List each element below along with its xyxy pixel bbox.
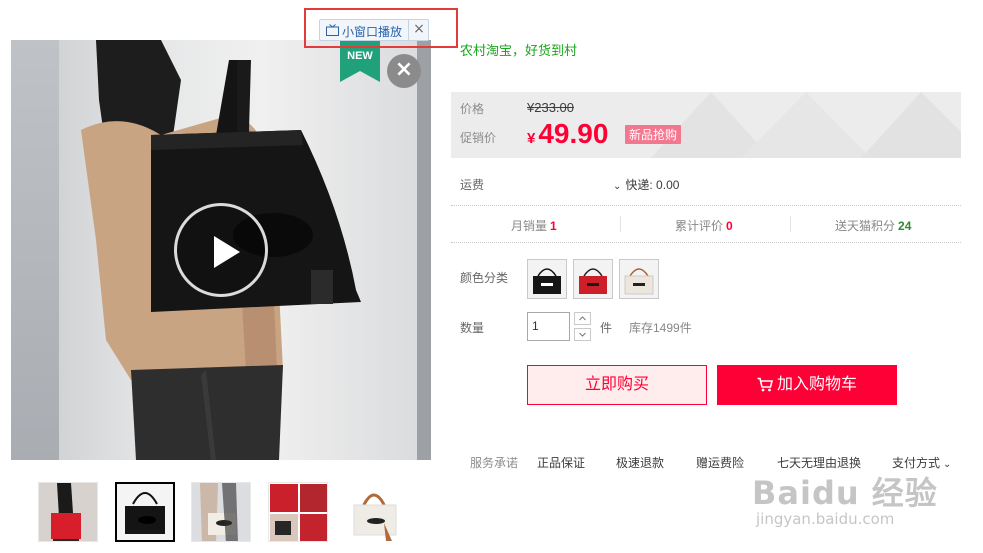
promo-price: ¥49.90 bbox=[527, 118, 608, 150]
service-genuine[interactable]: 正品保证 bbox=[537, 454, 585, 471]
add-to-cart-button[interactable]: 加入购物车 bbox=[717, 365, 897, 405]
close-video-button[interactable]: × bbox=[387, 54, 421, 88]
sales-stats-bar: 月销量 1 累计评价 0 送天猫积分 24 bbox=[451, 207, 961, 241]
divider bbox=[408, 20, 409, 40]
baidu-jingyan-watermark: Baidu 经验 jingyan.baidu.com bbox=[752, 468, 952, 538]
chevron-up-icon bbox=[579, 316, 586, 321]
tmall-points: 送天猫积分 24 bbox=[835, 217, 911, 234]
quantity-increase-button[interactable] bbox=[574, 312, 591, 325]
close-icon: × bbox=[394, 57, 414, 82]
service-shipping-insurance[interactable]: 赠运费险 bbox=[696, 454, 744, 471]
thumbnail-red-bag[interactable] bbox=[38, 482, 98, 542]
thumbnail-white-bag-model[interactable] bbox=[191, 482, 251, 542]
review-count-label: 累计评价 bbox=[675, 219, 724, 233]
thumbnail-red-bag-grid[interactable] bbox=[268, 482, 328, 542]
shipping-label: 运费 bbox=[460, 178, 485, 192]
price-label: 价格 bbox=[460, 102, 485, 116]
service-promise-label: 服务承诺 bbox=[470, 456, 519, 470]
shipping-value: 快递: 0.00 bbox=[625, 178, 680, 192]
original-price-value: 233.00 bbox=[534, 100, 574, 115]
play-button[interactable] bbox=[174, 203, 268, 297]
promo-price-label: 促销价 bbox=[460, 131, 497, 145]
product-video-player[interactable] bbox=[11, 40, 431, 460]
quantity-input[interactable]: 1 bbox=[527, 312, 570, 341]
store-slogan[interactable]: 农村淘宝，好货到村 bbox=[460, 40, 577, 59]
color-label: 颜色分类 bbox=[460, 271, 509, 285]
divider bbox=[451, 205, 961, 206]
shipping-selector[interactable]: ⌄ 快递: 0.00 bbox=[613, 176, 679, 193]
new-badge-text: NEW bbox=[347, 50, 373, 62]
chevron-down-icon bbox=[579, 332, 586, 337]
divider bbox=[451, 242, 961, 243]
stock-count: 库存1499件 bbox=[629, 321, 692, 335]
add-to-cart-label: 加入购物车 bbox=[776, 376, 857, 393]
mini-window-play-button[interactable]: 小窗口播放 bbox=[342, 23, 402, 40]
tmall-points-value: 24 bbox=[898, 219, 912, 233]
cart-icon bbox=[757, 377, 773, 392]
original-price: ¥233.00 bbox=[527, 100, 574, 115]
play-icon bbox=[214, 236, 240, 268]
promo-badge: 新品抢购 bbox=[625, 125, 682, 144]
promo-price-value: 49.90 bbox=[538, 118, 609, 149]
divider bbox=[790, 216, 791, 232]
quantity-decrease-button[interactable] bbox=[574, 328, 591, 341]
watermark-logo-text: Baidu 经验 bbox=[752, 474, 938, 512]
chevron-down-icon: ⌄ bbox=[613, 181, 622, 192]
thumbnail-white-bag[interactable] bbox=[345, 482, 405, 542]
mini-window-close-icon[interactable]: × bbox=[412, 21, 426, 37]
divider bbox=[620, 216, 621, 232]
color-swatch-black[interactable] bbox=[527, 259, 567, 299]
tmall-points-label: 送天猫积分 bbox=[835, 219, 896, 233]
watermark-url: jingyan.baidu.com bbox=[756, 510, 895, 528]
monthly-sales: 月销量 1 bbox=[511, 217, 557, 234]
monthly-sales-label: 月销量 bbox=[511, 219, 548, 233]
color-swatch-white[interactable] bbox=[619, 259, 659, 299]
quantity-unit: 件 bbox=[600, 321, 613, 335]
service-fast-refund[interactable]: 极速退款 bbox=[616, 454, 664, 471]
review-count-value: 0 bbox=[726, 219, 733, 233]
tv-icon bbox=[326, 24, 339, 36]
monthly-sales-value: 1 bbox=[550, 219, 557, 233]
review-count[interactable]: 累计评价 0 bbox=[675, 217, 733, 234]
thumbnail-black-bag[interactable] bbox=[115, 482, 175, 542]
mini-window-play-control[interactable]: 小窗口播放 × bbox=[319, 19, 429, 41]
color-swatch-red[interactable] bbox=[573, 259, 613, 299]
buy-now-button[interactable]: 立即购买 bbox=[527, 365, 707, 405]
quantity-label: 数量 bbox=[460, 321, 485, 335]
promo-currency: ¥ bbox=[527, 130, 536, 147]
